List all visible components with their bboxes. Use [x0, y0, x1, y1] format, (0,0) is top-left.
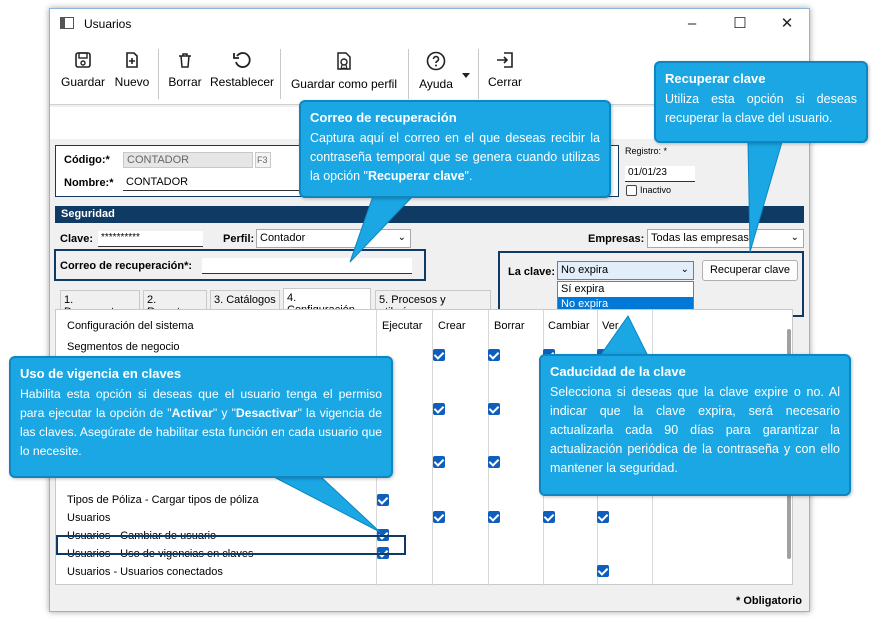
- callout-body: Selecciona si deseas que la clave expire…: [550, 385, 840, 475]
- callout-caducidad-clave: Caducidad de la clave Selecciona si dese…: [539, 354, 851, 496]
- callout-title: Uso de vigencia en claves: [20, 366, 182, 381]
- callout-body: Habilita esta opción si deseas que el us…: [20, 387, 382, 458]
- callout-recuperar-clave: Recuperar clave Utiliza esta opción si d…: [654, 61, 868, 143]
- callout-body: Captura aquí el correo en el que deseas …: [310, 131, 600, 183]
- callout-body: Utiliza esta opción si deseas recuperar …: [665, 92, 857, 125]
- callout-title: Recuperar clave: [665, 71, 766, 86]
- callout-correo-recuperacion: Correo de recuperación Captura aquí el c…: [299, 100, 611, 198]
- callout-title: Caducidad de la clave: [550, 364, 686, 379]
- callout-vigencia-claves: Uso de vigencia en claves Habilita esta …: [9, 356, 393, 478]
- callout-title: Correo de recuperación: [310, 110, 457, 125]
